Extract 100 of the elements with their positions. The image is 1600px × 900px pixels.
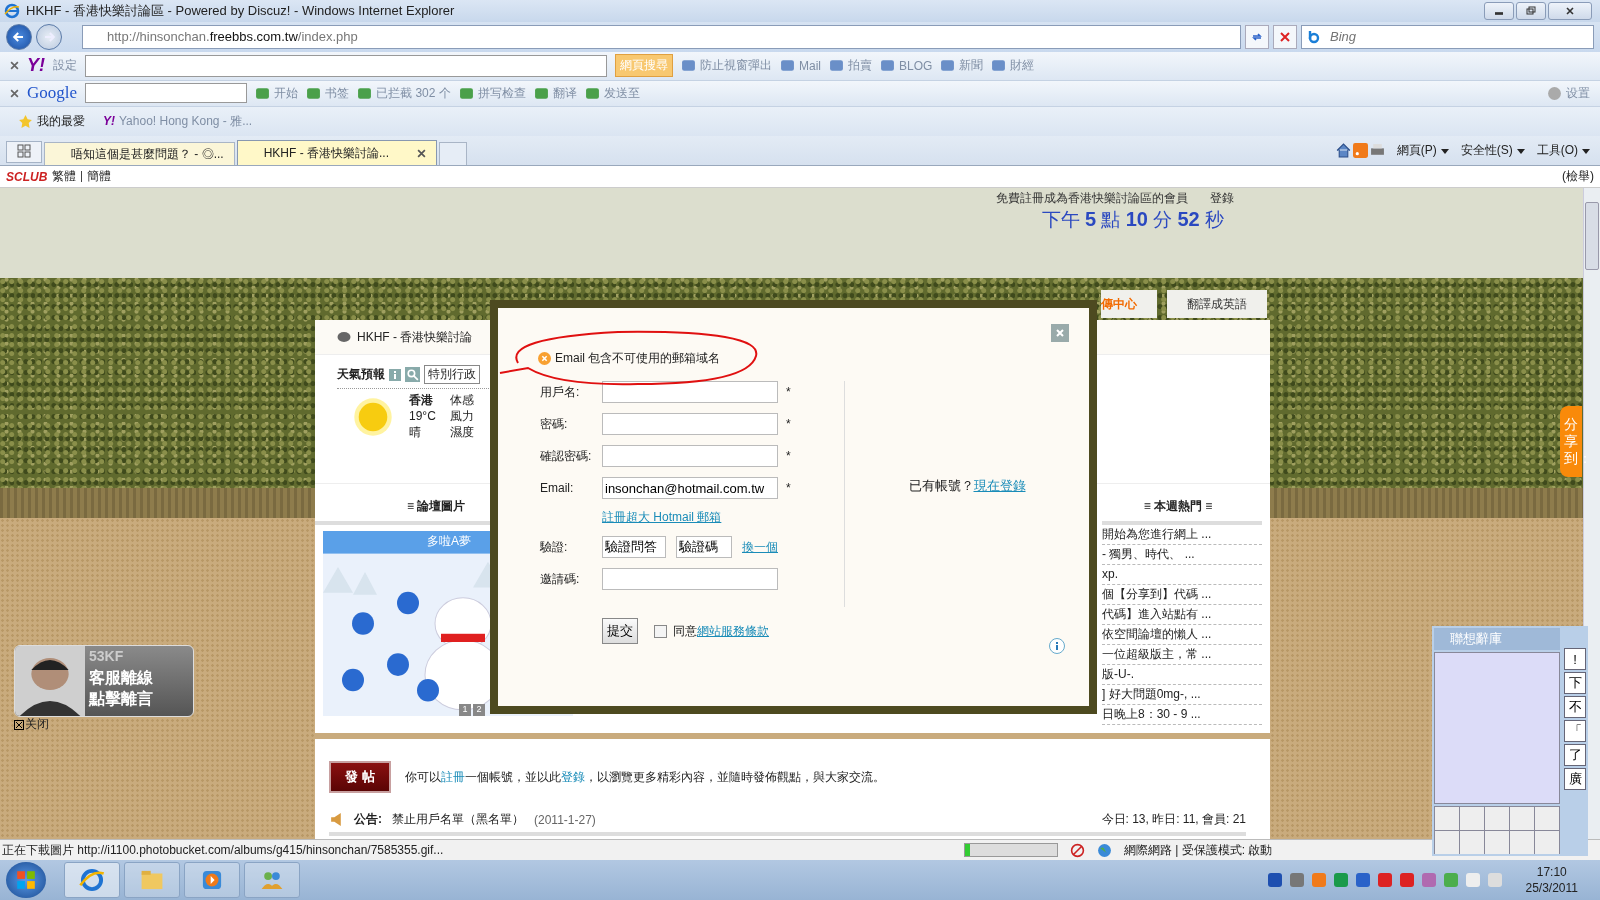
thread-link[interactable]: 代碼】進入站點有 ... <box>1102 605 1262 626</box>
input-field[interactable]: 驗證問答 <box>602 536 666 559</box>
info-icon[interactable] <box>1049 638 1065 655</box>
thread-link[interactable]: 開始為您進行網上 ... <box>1102 525 1262 546</box>
tool-icon[interactable] <box>991 58 1007 74</box>
submit-button[interactable]: 提交 <box>602 618 638 645</box>
home-icon[interactable] <box>1335 143 1351 159</box>
tool-icon[interactable] <box>458 85 474 101</box>
favorites-button[interactable]: 我的最愛 <box>37 112 85 130</box>
input-field[interactable]: insonchan@hotmail.com.tw <box>602 477 778 500</box>
start-button[interactable] <box>6 862 46 899</box>
phrase-key[interactable]: 不 <box>1564 696 1586 718</box>
command-menu[interactable]: 網頁(P) <box>1396 142 1449 160</box>
toolbar-search-field[interactable] <box>85 54 607 77</box>
phrase-key[interactable]: ! <box>1564 648 1586 670</box>
tool-icon[interactable] <box>306 85 322 101</box>
refresh-link[interactable]: 換一個 <box>742 538 778 556</box>
tool-icon[interactable] <box>533 85 549 101</box>
thread-link[interactable]: 日晚上8：30 - 9 ... <box>1102 705 1262 726</box>
thread-link[interactable]: - 獨男、時代、 ... <box>1102 545 1262 566</box>
taskbar-button[interactable] <box>244 862 300 899</box>
search-field[interactable]: Bing <box>1301 24 1594 49</box>
phrase-key[interactable]: 廣 <box>1564 768 1586 790</box>
taskbar-button[interactable] <box>64 862 120 899</box>
language-link[interactable]: 繁體 <box>52 168 77 186</box>
page-button[interactable]: 1 <box>459 704 471 717</box>
terms-link[interactable]: 網站服務條款 <box>697 623 769 638</box>
weather-label: 風力 <box>449 409 474 425</box>
close-button[interactable] <box>1051 324 1069 343</box>
close-toolbar-icon[interactable] <box>10 88 19 98</box>
caret-icon <box>1582 149 1590 155</box>
command-menu[interactable]: 工具(O) <box>1536 142 1590 160</box>
thread-link[interactable]: 依空間論壇的懶人 ... <box>1102 625 1262 646</box>
thread-link[interactable]: 一位超級版主，常 ... <box>1102 645 1262 666</box>
tool-icon[interactable] <box>584 85 600 101</box>
page-button[interactable]: 2 <box>473 704 485 717</box>
language-link[interactable]: 簡體 <box>87 168 112 186</box>
region-select[interactable]: 特別行政 <box>424 365 480 385</box>
close-tab-icon[interactable] <box>417 148 426 158</box>
close-toolbar-icon[interactable] <box>10 61 19 71</box>
report-link[interactable]: (檢舉) <box>1562 168 1594 186</box>
browser-tab[interactable]: HKHF - 香港快樂討論... <box>236 140 437 166</box>
tool-icon[interactable] <box>255 85 271 101</box>
privacy-icon[interactable] <box>1070 842 1085 858</box>
login-link[interactable]: 登錄 <box>1210 190 1234 208</box>
search-icon[interactable] <box>405 367 420 383</box>
thread-link[interactable]: 個【分享到】代碼 ... <box>1102 585 1262 606</box>
new-post-button[interactable]: 發 帖 <box>329 761 391 794</box>
taskbar-button[interactable] <box>184 862 240 899</box>
hint-link[interactable]: 註冊 <box>440 769 465 784</box>
close-link[interactable]: 关闭 <box>14 716 49 734</box>
input-field[interactable] <box>602 568 778 591</box>
new-tab-button[interactable] <box>439 142 467 166</box>
stop-button[interactable] <box>1273 24 1297 49</box>
field-label: 密碼: <box>540 415 569 433</box>
login-link[interactable]: 現在登錄 <box>973 478 1026 494</box>
tool-icon[interactable] <box>357 85 373 101</box>
nav-tab[interactable]: 翻譯成英語 <box>1167 290 1267 319</box>
tool-icon[interactable] <box>940 58 956 74</box>
close-button[interactable] <box>1548 1 1592 20</box>
phrase-key[interactable]: 下 <box>1564 672 1586 694</box>
tool-icon[interactable] <box>780 58 795 74</box>
thread-link[interactable]: ] 好大問題0mg-, ... <box>1102 685 1262 706</box>
quick-tabs-button[interactable] <box>6 141 42 164</box>
input-field[interactable] <box>602 445 778 468</box>
thread-link[interactable]: 版-U-. <box>1102 665 1262 686</box>
restore-button[interactable] <box>1516 1 1546 20</box>
tool-icon[interactable] <box>829 58 844 74</box>
minimize-button[interactable] <box>1484 1 1514 20</box>
taskbar-button[interactable] <box>124 862 180 899</box>
forward-button[interactable] <box>36 23 62 50</box>
address-bar[interactable]: http://hinsonchan.freebbs.com.tw/index.php <box>82 24 1241 49</box>
hint-link[interactable]: 登錄 <box>560 769 585 784</box>
tray-icons[interactable] <box>1267 873 1502 888</box>
info-icon[interactable] <box>389 368 401 381</box>
support-banner[interactable]: 53KF 客服離線 點擊離言 <box>14 645 194 718</box>
agree-checkbox[interactable] <box>654 624 667 638</box>
tray-date: 25/3/2011 <box>1525 880 1578 897</box>
toolbar-search-field[interactable] <box>85 83 248 104</box>
input-field[interactable] <box>602 413 778 436</box>
tool-icon[interactable] <box>880 58 895 74</box>
site-logo[interactable]: SCLUB <box>6 169 48 184</box>
settings-icon[interactable] <box>1547 85 1562 101</box>
yahoo-logo[interactable]: Y! <box>27 55 45 77</box>
hotmail-link[interactable]: 註冊超大 Hotmail 郵箱 <box>602 509 780 527</box>
agree-text: 同意網站服務條款 <box>673 622 769 640</box>
input-field[interactable]: 驗證碼 <box>676 536 732 559</box>
back-button[interactable] <box>6 23 32 50</box>
notice-link[interactable]: 禁止用戶名單（黑名單） <box>392 811 524 829</box>
command-menu[interactable]: 安全性(S) <box>1460 142 1525 160</box>
tool-icon[interactable] <box>681 58 696 74</box>
thread-link[interactable]: xp. <box>1102 565 1262 586</box>
input-field[interactable] <box>602 381 778 404</box>
phrase-key[interactable]: 「 <box>1564 720 1586 742</box>
phrase-key[interactable]: 了 <box>1564 744 1586 766</box>
refresh-button[interactable] <box>1245 24 1269 49</box>
browser-tab[interactable]: 唔知這個是甚麼問題？ - ◎... <box>44 142 235 166</box>
temperature: 19°C <box>409 409 436 425</box>
google-logo[interactable]: Google <box>27 83 78 104</box>
register-link[interactable]: 免費註冊成為香港快樂討論區的會員 <box>996 190 1188 208</box>
